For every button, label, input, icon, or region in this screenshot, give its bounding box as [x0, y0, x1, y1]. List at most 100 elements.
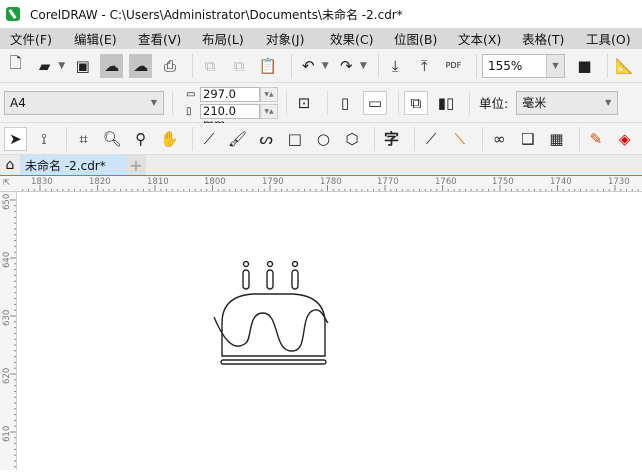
dimension-tool-icon[interactable]: ⟋: [420, 127, 443, 151]
full-screen-icon[interactable]: ■: [573, 54, 596, 78]
menu-table[interactable]: 表格(T): [512, 29, 576, 48]
print-icon[interactable]: ⎙: [158, 54, 181, 78]
vertical-ruler[interactable]: 650 640 630 620 610: [0, 192, 17, 470]
cut-icon[interactable]: ⧉: [198, 54, 221, 78]
eyedropper-tool-icon[interactable]: ✎: [585, 127, 608, 151]
divider: [578, 126, 580, 151]
redo-icon[interactable]: ↷: [335, 54, 358, 78]
polygon-tool-icon[interactable]: ⬡: [341, 127, 364, 151]
menu-object[interactable]: 对象(J): [256, 29, 320, 48]
pan-tool-icon[interactable]: ✋: [158, 127, 181, 151]
undo-dropdown-icon[interactable]: ▼: [322, 61, 329, 71]
home-icon[interactable]: ⌂: [0, 155, 20, 175]
menu-file[interactable]: 文件(F): [0, 29, 64, 48]
divider: [475, 53, 477, 78]
transparency-tool-icon[interactable]: ▦: [545, 127, 568, 151]
new-document-icon[interactable]: 🗋: [4, 54, 27, 78]
page-height-icon: ▯: [186, 105, 192, 117]
page-width-input[interactable]: 297.0 mm: [200, 86, 260, 113]
crop-tool-icon[interactable]: ⌗: [72, 127, 95, 151]
all-pages-icon[interactable]: ⧉: [404, 90, 428, 115]
divider: [398, 90, 399, 115]
ellipse-tool-icon[interactable]: ○: [312, 127, 335, 151]
horizontal-ruler[interactable]: ⇱ 1830 1820 1810 1800 1790 1780 1770 176…: [0, 176, 642, 192]
tab-document[interactable]: 未命名 -2.cdr*: [20, 155, 126, 175]
menu-bar: 文件(F) 编辑(E) 查看(V) 布局(L) 对象(J) 效果(C) 位图(B…: [0, 28, 642, 49]
redo-dropdown-icon[interactable]: ▼: [360, 61, 367, 71]
rectangle-tool-icon[interactable]: □: [283, 127, 306, 151]
document-tab-bar: ⌂ 未命名 -2.cdr* +: [0, 155, 642, 177]
export-icon[interactable]: ⤒: [413, 54, 436, 78]
shape-tool-icon[interactable]: ⟟: [33, 127, 56, 151]
landscape-icon[interactable]: ▭: [363, 90, 387, 115]
cloud-download-icon[interactable]: ☁: [100, 53, 124, 78]
window-title: CorelDRAW - C:\Users\Administrator\Docum…: [30, 7, 403, 22]
drawing-canvas[interactable]: [18, 193, 642, 470]
menu-layout[interactable]: 布局(L): [192, 29, 256, 48]
brush-tool-icon[interactable]: 🖌: [226, 127, 249, 151]
publish-pdf-icon[interactable]: PDF: [442, 54, 465, 78]
divider: [607, 53, 609, 78]
fill-tool-icon[interactable]: ◈: [613, 127, 636, 151]
divider: [482, 126, 483, 151]
current-page-icon[interactable]: ▮▯: [434, 91, 458, 115]
divider: [290, 53, 292, 78]
units-value: 毫米: [522, 96, 547, 110]
page-size-value: A4: [10, 95, 26, 110]
page-size-options-icon[interactable]: ⊡: [292, 91, 316, 115]
page-width-icon: ▭: [186, 88, 196, 100]
open-dropdown-icon[interactable]: ▼: [58, 61, 65, 71]
cloud-upload-icon[interactable]: ☁: [129, 53, 153, 78]
menu-effects[interactable]: 效果(C): [320, 29, 384, 48]
portrait-icon[interactable]: ▯: [333, 91, 357, 115]
units-select[interactable]: 毫米 ▼: [516, 90, 619, 115]
rulers-options-icon[interactable]: 📐: [613, 54, 636, 78]
units-label: 单位:: [479, 96, 509, 111]
zoom-dropdown-icon[interactable]: ▼: [545, 54, 564, 77]
drop-shadow-tool-icon[interactable]: ❑: [517, 127, 540, 151]
zoom-tool-icon[interactable]: 🔍︎: [101, 127, 124, 151]
divider: [172, 90, 173, 115]
spiral-tool-icon[interactable]: ᔕ: [255, 127, 278, 151]
menu-text[interactable]: 文本(X): [448, 29, 512, 48]
menu-tools[interactable]: 工具(O): [576, 29, 640, 48]
divider: [469, 90, 470, 115]
chevron-down-icon: ▼: [150, 98, 157, 107]
pick-tool-icon[interactable]: ➤: [4, 126, 27, 151]
undo-icon[interactable]: ↶: [297, 54, 320, 78]
zoom-tool-alt-icon[interactable]: ⚲: [130, 127, 153, 151]
divider: [377, 53, 379, 78]
open-folder-icon[interactable]: ▰: [33, 54, 56, 78]
title-bar: CorelDRAW - C:\Users\Administrator\Docum…: [0, 0, 642, 28]
connector-tool-icon[interactable]: ⟍: [448, 127, 471, 151]
text-tool-icon[interactable]: 字: [380, 127, 403, 151]
page-height-input[interactable]: 210.0 mm: [200, 103, 260, 130]
page-size-select[interactable]: A4 ▼: [4, 90, 164, 115]
zoom-level-input[interactable]: 155% ▼: [481, 53, 565, 78]
page-dimensions: ▭ 297.0 mm▼▲ ▯ 210.0 mm▼▲: [186, 86, 278, 130]
width-spinner[interactable]: ▼▲: [260, 86, 278, 102]
menu-bitmaps[interactable]: 位图(B): [384, 29, 448, 48]
freehand-tool-icon[interactable]: ⟋: [198, 127, 221, 151]
property-bar: A4 ▼ ▭ 297.0 mm▼▲ ▯ 210.0 mm▼▲ ⊡ ▯ ▭ ⧉ ▮▯ 单…: [0, 83, 642, 130]
ruler-ticks: [22, 185, 639, 191]
divider: [327, 90, 328, 115]
ruler-ticks: [10, 199, 16, 468]
save-icon[interactable]: ▣: [71, 54, 94, 78]
menu-view[interactable]: 查看(V): [128, 29, 192, 48]
new-tab-plus-icon[interactable]: +: [126, 155, 146, 175]
paste-icon[interactable]: 📋: [257, 54, 280, 78]
divider: [66, 126, 68, 151]
copy-icon[interactable]: ⧉: [228, 54, 251, 78]
import-icon[interactable]: ⤓: [384, 54, 407, 78]
birthday-cake-drawing[interactable]: [18, 193, 642, 470]
blend-tool-icon[interactable]: ∞: [488, 127, 511, 151]
toolbox: ➤ ⟟ ⌗ 🔍︎ ⚲ ✋ ⟋ 🖌 ᔕ □ ○ ⬡ 字 ⟋ ⟍ ∞ ❑ ▦ ✎ ◈: [0, 123, 642, 155]
divider: [191, 126, 193, 151]
height-spinner[interactable]: ▼▲: [260, 103, 278, 119]
standard-toolbar: 🗋 ▰ ▼ ▣ ☁ ☁ ⎙ ⧉ ⧉ 📋 ↶ ▼ ↷ ▼ ⤓ ⤒ PDF 155% ▼ ■…: [0, 49, 642, 83]
menu-edit[interactable]: 编辑(E): [64, 29, 128, 48]
divider: [374, 126, 376, 151]
divider: [192, 53, 194, 78]
chevron-down-icon: ▼: [605, 98, 612, 107]
